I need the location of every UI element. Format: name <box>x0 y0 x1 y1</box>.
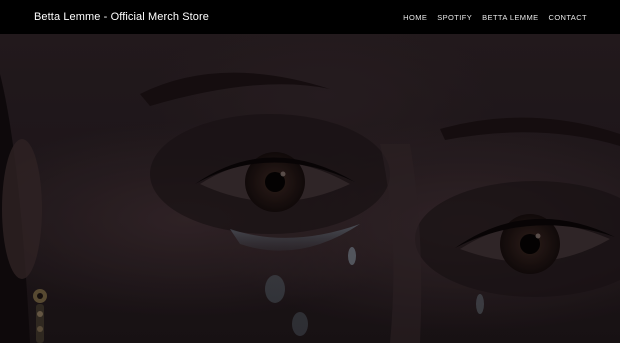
main-nav: HOME SPOTIFY BETTA LEMME CONTACT <box>403 13 587 22</box>
nav-home[interactable]: HOME <box>403 13 427 22</box>
hero-face-illustration <box>0 34 620 343</box>
site-header: Betta Lemme - Official Merch Store HOME … <box>0 0 620 34</box>
hero-image <box>0 34 620 343</box>
nav-betta-lemme[interactable]: BETTA LEMME <box>482 13 538 22</box>
nav-contact[interactable]: CONTACT <box>549 13 588 22</box>
site-title-link[interactable]: Betta Lemme - Official Merch Store <box>34 11 209 23</box>
nav-spotify[interactable]: SPOTIFY <box>437 13 472 22</box>
